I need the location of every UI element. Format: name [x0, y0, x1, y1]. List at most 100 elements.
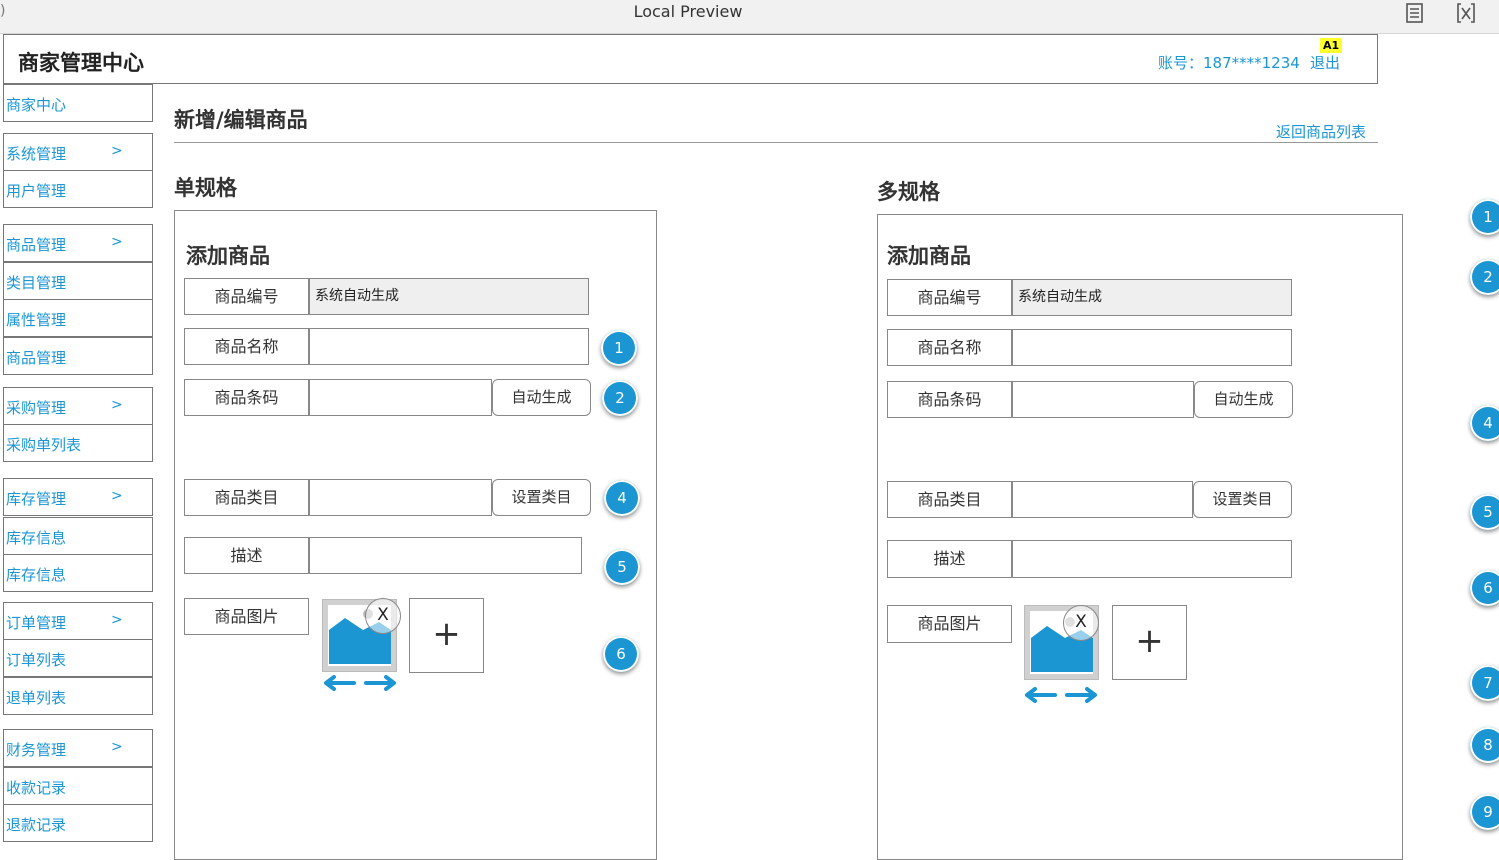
- single-panel-title: 添加商品: [186, 244, 270, 268]
- arrow-right-icon: [364, 675, 396, 691]
- multi-name-input[interactable]: [1012, 329, 1292, 366]
- sidebar-item-finance[interactable]: 财务管理 >: [3, 729, 153, 767]
- sidebar-item-label: 采购管理: [6, 399, 67, 417]
- annotation-marker: 2: [602, 380, 638, 416]
- multi-image-reorder-arrows[interactable]: [1023, 686, 1099, 704]
- back-to-list-link[interactable]: 返回商品列表: [1276, 121, 1366, 142]
- single-remove-image-button[interactable]: X: [365, 598, 401, 634]
- sidebar-item-label: 退单列表: [6, 689, 67, 707]
- multi-set-category-button[interactable]: 设置类目: [1193, 481, 1292, 518]
- multi-spec-title: 多规格: [877, 180, 940, 204]
- sidebar-item-merchant-center[interactable]: 商家中心: [3, 84, 153, 122]
- multi-desc-label: 描述: [887, 540, 1012, 578]
- single-name-label: 商品名称: [184, 328, 309, 365]
- logout-link[interactable]: 退出: [1310, 52, 1340, 73]
- sidebar-item-inventory-info[interactable]: 库存信息: [3, 517, 153, 555]
- multi-desc-input[interactable]: [1012, 540, 1292, 578]
- sidebar-item-purchase[interactable]: 采购管理 >: [3, 387, 153, 425]
- sidebar-item-label: 商家中心: [6, 96, 67, 114]
- multi-code-field: 系统自动生成: [1012, 279, 1292, 316]
- single-spec-title: 单规格: [174, 176, 237, 200]
- annotation-marker: 8: [1470, 727, 1499, 763]
- sidebar-item-label: 收款记录: [6, 779, 67, 797]
- arrow-left-icon: [1025, 687, 1057, 703]
- sidebar-item-receipts[interactable]: 收款记录: [3, 767, 153, 805]
- sidebar-item-order-list[interactable]: 订单列表: [3, 639, 153, 677]
- single-set-category-button[interactable]: 设置类目: [492, 479, 591, 516]
- multi-name-label: 商品名称: [887, 329, 1012, 366]
- account-label: 账号：187****1234: [1158, 54, 1300, 72]
- sidebar-item-label: 商品管理: [6, 236, 67, 254]
- single-barcode-label: 商品条码: [184, 379, 309, 416]
- window-titlebar: ) Local Preview: [0, 0, 1499, 34]
- annotation-marker: 6: [1470, 570, 1499, 606]
- sidebar-item-purchase-list[interactable]: 采购单列表: [3, 424, 153, 462]
- single-add-image-button[interactable]: +: [409, 598, 484, 673]
- single-category-label: 商品类目: [184, 479, 309, 516]
- sidebar-item-categories[interactable]: 类目管理: [3, 262, 153, 300]
- single-name-input[interactable]: [309, 328, 589, 365]
- sidebar-item-goods[interactable]: 商品管理 >: [3, 224, 153, 262]
- chevron-right-icon: >: [111, 143, 123, 159]
- multi-barcode-input[interactable]: [1012, 381, 1194, 418]
- annotation-marker: 9: [1470, 794, 1499, 830]
- sidebar-item-users[interactable]: 用户管理: [3, 170, 153, 208]
- chevron-right-icon: >: [111, 612, 123, 628]
- chevron-right-icon: >: [111, 234, 123, 250]
- sidebar-item-refunds[interactable]: 退款记录: [3, 804, 153, 842]
- single-auto-generate-button[interactable]: 自动生成: [492, 379, 591, 416]
- sidebar-item-label: 库存管理: [6, 490, 67, 508]
- sidebar-item-goods-list[interactable]: 商品管理: [3, 337, 153, 375]
- sidebar-item-label: 系统管理: [6, 145, 67, 163]
- arrow-left-icon: [324, 675, 356, 691]
- sidebar-item-label: 库存信息: [6, 529, 67, 547]
- multi-add-image-button[interactable]: +: [1112, 605, 1187, 680]
- document-icon[interactable]: [1404, 2, 1426, 24]
- multi-remove-image-button[interactable]: X: [1063, 605, 1099, 641]
- sidebar-item-label: 采购单列表: [6, 436, 82, 454]
- sidebar-item-attributes[interactable]: 属性管理: [3, 299, 153, 337]
- annotation-marker: 5: [1470, 494, 1499, 530]
- annotation-marker: 5: [604, 549, 640, 585]
- sidebar-item-label: 财务管理: [6, 741, 67, 759]
- arrow-right-icon: [1065, 687, 1097, 703]
- single-category-input[interactable]: [309, 479, 492, 516]
- sidebar-item-label: 退款记录: [6, 816, 67, 834]
- sidebar-item-orders[interactable]: 订单管理 >: [3, 602, 153, 640]
- single-barcode-input[interactable]: [309, 379, 492, 416]
- annotation-marker: 4: [1470, 405, 1499, 441]
- sidebar-item-system[interactable]: 系统管理 >: [3, 133, 153, 171]
- sidebar-item-inventory[interactable]: 库存管理 >: [3, 478, 153, 516]
- annotation-badge: A1: [1320, 38, 1343, 53]
- sidebar-item-label: 库存信息: [6, 566, 67, 584]
- sidebar-item-inventory-info-2[interactable]: 库存信息: [3, 554, 153, 592]
- annotation-marker: 6: [603, 636, 639, 672]
- chevron-right-icon: >: [111, 739, 123, 755]
- multi-image-label: 商品图片: [887, 605, 1012, 643]
- annotation-marker: 7: [1470, 665, 1499, 701]
- annotation-marker: 1: [601, 330, 637, 366]
- divider: [174, 142, 1378, 143]
- single-image-reorder-arrows[interactable]: [322, 674, 398, 692]
- multi-code-label: 商品编号: [887, 279, 1012, 316]
- multi-auto-generate-button[interactable]: 自动生成: [1194, 381, 1293, 418]
- sidebar-item-label: 订单管理: [6, 614, 67, 632]
- annotation-marker: 4: [604, 480, 640, 516]
- chevron-right-icon: >: [111, 397, 123, 413]
- sidebar-item-label: 商品管理: [6, 349, 67, 367]
- brand-title: 商家管理中心: [18, 51, 144, 75]
- single-desc-input[interactable]: [309, 537, 582, 574]
- multi-category-label: 商品类目: [887, 481, 1012, 518]
- multi-barcode-label: 商品条码: [887, 381, 1012, 418]
- multi-category-input[interactable]: [1012, 481, 1193, 518]
- sidebar-item-return-list[interactable]: 退单列表: [3, 677, 153, 715]
- sidebar-item-label: 订单列表: [6, 651, 67, 669]
- single-code-field: 系统自动生成: [309, 278, 589, 315]
- variable-icon[interactable]: [1455, 2, 1477, 24]
- annotation-marker: 1: [1470, 199, 1499, 235]
- single-desc-label: 描述: [184, 537, 309, 574]
- app-header: 商家管理中心 账号：187****1234 退出 A1: [3, 34, 1378, 84]
- sidebar-item-label: 类目管理: [6, 274, 67, 292]
- single-code-label: 商品编号: [184, 278, 309, 315]
- multi-panel-title: 添加商品: [887, 244, 971, 268]
